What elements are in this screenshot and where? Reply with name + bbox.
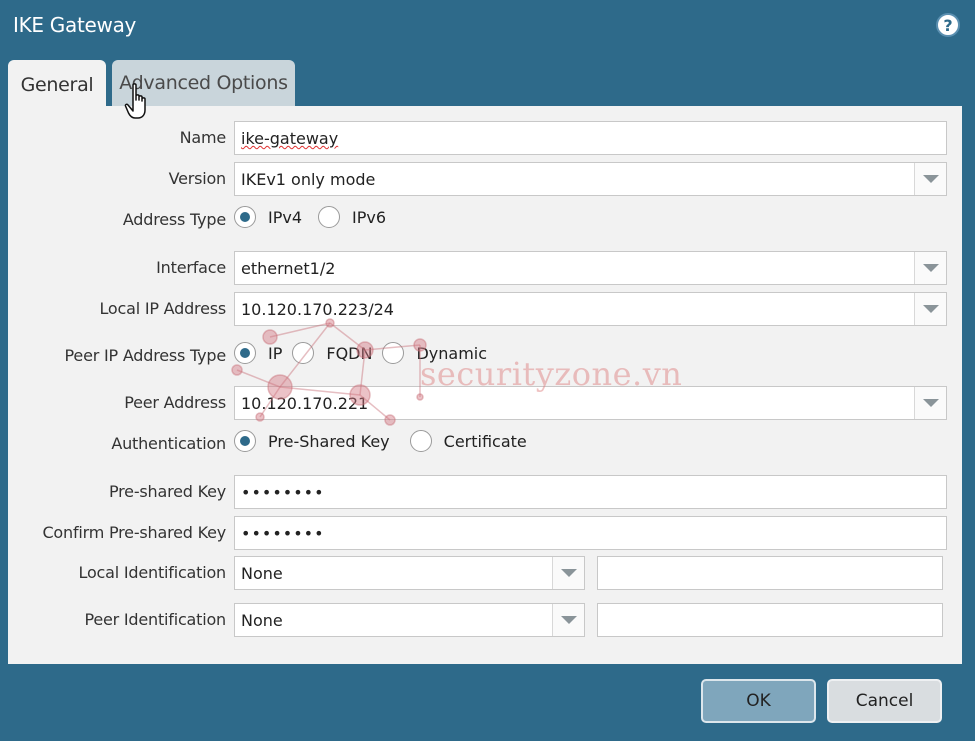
radio-ipv4-label: IPv4	[268, 207, 303, 227]
radio-ipv6[interactable]: IPv6	[318, 206, 386, 228]
interface-label: Interface	[156, 258, 226, 277]
name-input[interactable]: ike-gateway	[234, 121, 947, 155]
version-select[interactable]: IKEv1 only mode	[234, 162, 947, 196]
peer-address-label: Peer Address	[124, 393, 226, 412]
local-ip-label: Local IP Address	[99, 299, 226, 318]
authentication-row: Authentication Pre-Shared Key Certificat…	[8, 427, 962, 461]
psk-input[interactable]: ••••••••	[234, 475, 947, 509]
peer-id-row: Peer Identification None	[8, 603, 962, 637]
version-row: Version IKEv1 only mode	[8, 162, 962, 196]
radio-ipv6-label: IPv6	[352, 207, 387, 227]
dialog-title-bar: IKE Gateway ?	[0, 0, 975, 54]
help-icon[interactable]: ?	[936, 13, 960, 37]
radio-pre-shared-key[interactable]: Pre-Shared Key	[234, 430, 390, 452]
tab-general[interactable]: General	[8, 60, 106, 109]
chevron-down-icon[interactable]	[914, 163, 946, 195]
confirm-psk-row: Confirm Pre-shared Key ••••••••	[8, 516, 962, 550]
chevron-down-icon[interactable]	[914, 387, 946, 419]
radio-unselected-icon	[318, 206, 341, 228]
name-label: Name	[179, 128, 227, 147]
name-value: ike-gateway	[241, 129, 339, 148]
peer-id-value: None	[241, 611, 283, 630]
radio-selected-icon	[234, 430, 256, 452]
address-type-label: Address Type	[122, 210, 226, 229]
authentication-radio-group: Pre-Shared Key Certificate	[234, 430, 543, 452]
radio-unselected-icon	[409, 430, 432, 452]
peer-ip-type-label: Peer IP Address Type	[64, 346, 227, 365]
interface-row: Interface ethernet1/2	[8, 251, 962, 285]
cancel-button-label: Cancel	[855, 691, 914, 711]
psk-value: ••••••••	[241, 483, 325, 502]
radio-ipv4[interactable]: IPv4	[234, 206, 302, 228]
name-row: Name ike-gateway	[8, 121, 962, 155]
local-id-select[interactable]: None	[234, 556, 585, 590]
version-value: IKEv1 only mode	[241, 170, 376, 189]
confirm-psk-label: Confirm Pre-shared Key	[42, 523, 226, 542]
local-id-input[interactable]	[597, 556, 943, 590]
address-type-row: Address Type IPv4 IPv6	[8, 203, 962, 237]
chevron-down-icon[interactable]	[914, 293, 946, 325]
watermark-text: securityzone.vn	[420, 355, 683, 393]
local-id-value: None	[241, 564, 283, 583]
peer-id-select[interactable]: None	[234, 603, 585, 637]
psk-label: Pre-shared Key	[108, 482, 226, 501]
confirm-psk-value: ••••••••	[241, 524, 325, 543]
interface-value: ethernet1/2	[241, 259, 336, 278]
radio-certificate[interactable]: Certificate	[409, 430, 527, 452]
address-type-radio-group: IPv4 IPv6	[234, 206, 402, 228]
chevron-down-icon[interactable]	[914, 252, 946, 284]
dialog-title: IKE Gateway	[13, 13, 137, 37]
tab-general-label: General	[20, 73, 94, 96]
version-label: Version	[168, 169, 227, 188]
chevron-down-icon[interactable]	[552, 557, 584, 589]
watermark-network-graphic	[231, 318, 427, 426]
hand-cursor-icon	[124, 83, 146, 119]
cancel-button[interactable]: Cancel	[827, 679, 942, 723]
local-ip-row: Local IP Address 10.120.170.223/24	[8, 292, 962, 326]
local-id-label: Local Identification	[78, 563, 227, 582]
local-id-row: Local Identification None	[8, 556, 962, 590]
ok-button[interactable]: OK	[701, 679, 816, 723]
peer-id-label: Peer Identification	[84, 610, 226, 629]
radio-selected-icon	[234, 206, 256, 228]
confirm-psk-input[interactable]: ••••••••	[234, 516, 947, 550]
interface-select[interactable]: ethernet1/2	[234, 251, 947, 285]
psk-row: Pre-shared Key ••••••••	[8, 475, 962, 509]
peer-id-input[interactable]	[597, 603, 943, 637]
ok-button-label: OK	[746, 691, 771, 711]
chevron-down-icon[interactable]	[552, 604, 584, 636]
radio-pre-shared-key-label: Pre-Shared Key	[268, 431, 390, 451]
radio-certificate-label: Certificate	[443, 431, 527, 451]
authentication-label: Authentication	[111, 434, 226, 453]
